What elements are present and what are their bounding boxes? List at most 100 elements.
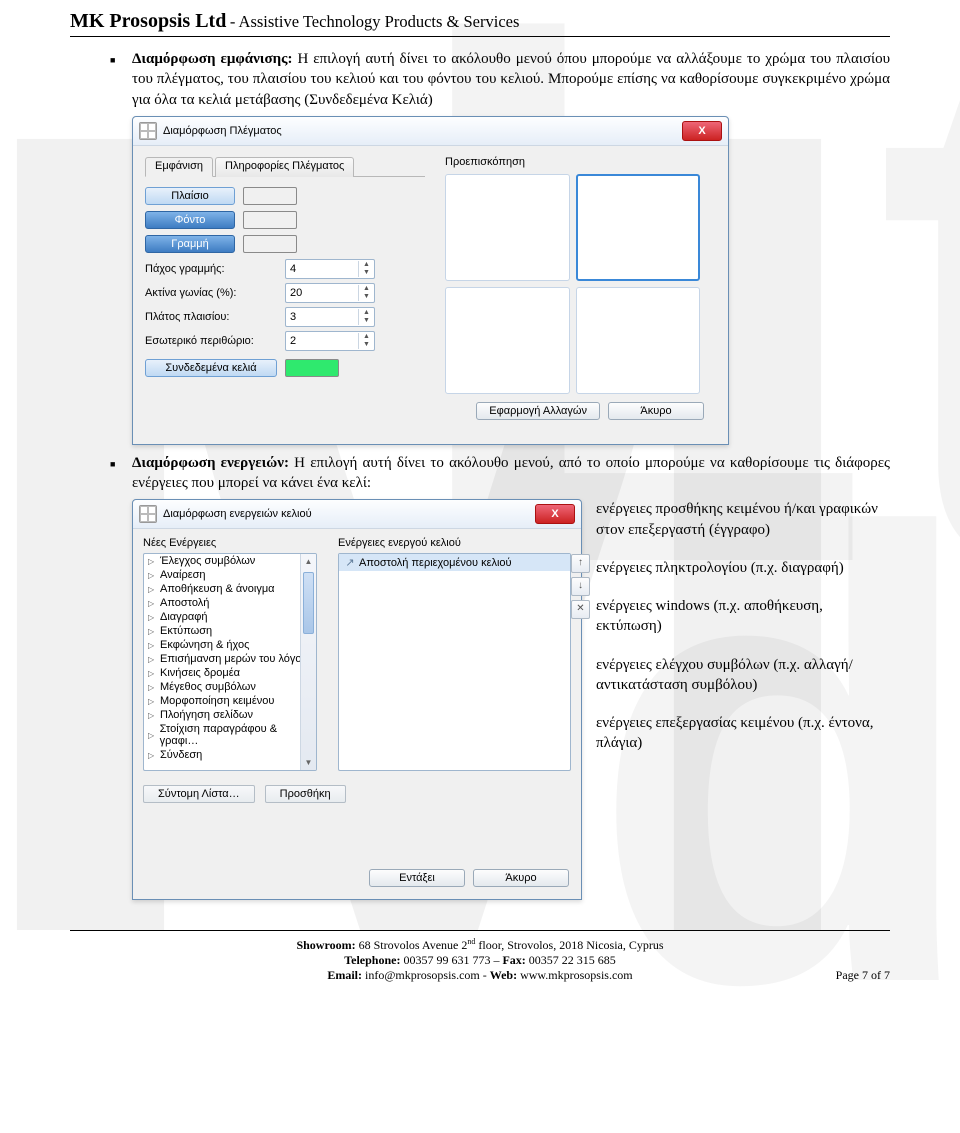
close-icon[interactable]: X (682, 121, 722, 141)
dialog-tabs: Εμφάνιση Πληροφορίες Πλέγματος (145, 156, 425, 177)
footer-tel-label: Telephone: (344, 953, 400, 967)
short-list-button[interactable]: Σύντομη Λίστα… (143, 785, 255, 803)
chevron-down-icon[interactable]: ▼ (358, 341, 374, 349)
move-up-button[interactable]: ↑ (571, 554, 590, 573)
footer-address-2: floor, Strovolos, 2018 Nicosia, Cyprus (475, 938, 663, 952)
frame-button[interactable]: Πλαίσιο (145, 187, 235, 205)
footer-web: www.mkprosopsis.com (517, 968, 633, 982)
frame-width-input[interactable] (286, 311, 358, 323)
line-button[interactable]: Γραμμή (145, 235, 235, 253)
footer-web-label: Web: (490, 968, 517, 982)
frame-color-swatch[interactable] (243, 187, 297, 205)
inner-margin-label: Εσωτερικό περιθώριο: (145, 335, 285, 347)
preview-grid (445, 174, 700, 394)
chevron-up-icon[interactable]: ▲ (358, 309, 374, 317)
footer-showroom-label: Showroom: (296, 938, 355, 952)
list-item[interactable]: ▷Αναίρεση (144, 568, 316, 582)
radius-spinner[interactable]: ▲▼ (285, 283, 375, 303)
background-color-swatch[interactable] (243, 211, 297, 229)
list-item-label: Αποθήκευση & άνοιγμα (160, 583, 275, 595)
scroll-thumb[interactable] (303, 572, 314, 634)
footer-address-1: 68 Strovolos Avenue 2 (356, 938, 468, 952)
dialog-titlebar[interactable]: Διαμόρφωση ενεργειών κελιού X (133, 500, 581, 529)
cancel-button[interactable]: Άκυρο (608, 402, 704, 420)
close-icon[interactable]: X (535, 504, 575, 524)
line-width-spinner[interactable]: ▲▼ (285, 259, 375, 279)
active-action-item[interactable]: ↗Αποστολή περιεχομένου κελιού (339, 554, 570, 571)
list-item-label: Μέγεθος συμβόλων (160, 681, 256, 693)
side-note: ενέργειες ελέγχου συμβόλων (π.χ. αλλαγή/… (596, 655, 890, 696)
list-item[interactable]: ▷Μορφοποίηση κειμένου (144, 694, 316, 708)
tab-appearance[interactable]: Εμφάνιση (145, 157, 213, 177)
radius-input[interactable] (286, 287, 358, 299)
active-cell-actions-label: Ενέργειες ενεργού κελιού (338, 537, 571, 549)
list-item[interactable]: ▷Πλοήγηση σελίδων (144, 708, 316, 722)
footer-email-label: Email: (327, 968, 362, 982)
remove-button[interactable]: ✕ (571, 600, 590, 619)
chevron-down-icon[interactable]: ▼ (358, 269, 374, 277)
header-subtitle: Assistive Technology Products & Services (239, 12, 520, 31)
inner-margin-spinner[interactable]: ▲▼ (285, 331, 375, 351)
list-item[interactable]: ▷Σύνδεση (144, 748, 316, 762)
chevron-up-icon[interactable]: ▲ (358, 333, 374, 341)
list-item[interactable]: ▷Διαγραφή (144, 610, 316, 624)
list-item[interactable]: ▷ Μέγεθος συμβόλων (144, 680, 316, 694)
list-item[interactable]: ▷Αποθήκευση & άνοιγμα (144, 582, 316, 596)
list-item[interactable]: ▷Επισήμανση μερών του λόγου (144, 652, 316, 666)
footer-tel: 00357 99 631 773 – (400, 953, 502, 967)
bullet-icon: ■ (110, 453, 132, 494)
line-width-input[interactable] (286, 263, 358, 275)
apply-button[interactable]: Εφαρμογή Αλλαγών (476, 402, 600, 420)
expand-icon: ▷ (148, 669, 156, 678)
chevron-up-icon[interactable]: ▲ (358, 285, 374, 293)
move-down-button[interactable]: ↓ (571, 577, 590, 596)
active-actions-listbox[interactable]: ↗Αποστολή περιεχομένου κελιού ↑ ↓ ✕ (338, 553, 571, 771)
preview-cell-selected (576, 174, 701, 281)
list-item-label: Σύνδεση (160, 749, 202, 761)
expand-icon: ▷ (148, 697, 156, 706)
chevron-down-icon[interactable]: ▼ (358, 293, 374, 301)
new-actions-label: Νέες Ενέργειες (143, 537, 328, 549)
send-icon: ↗ (345, 556, 355, 569)
radius-label: Ακτίνα γωνίας (%): (145, 287, 285, 299)
footer-email: info@mkprosopsis.com - (362, 968, 490, 982)
dialog-titlebar[interactable]: Διαμόρφωση Πλέγματος X (133, 117, 728, 146)
list-item-label: Κινήσεις δρομέα (160, 667, 240, 679)
chevron-up-icon[interactable]: ▲ (358, 261, 374, 269)
inner-margin-input[interactable] (286, 335, 358, 347)
preview-cell (445, 287, 570, 394)
linked-cells-button[interactable]: Συνδεδεμένα κελιά (145, 359, 277, 377)
add-button[interactable]: Προσθήκη (265, 785, 346, 803)
footer-fax: 00357 22 315 685 (526, 953, 616, 967)
linked-cells-swatch[interactable] (285, 359, 339, 377)
ok-button[interactable]: Εντάξει (369, 869, 465, 887)
tab-grid-info[interactable]: Πληροφορίες Πλέγματος (215, 157, 354, 177)
list-item[interactable]: ▷Αποστολή (144, 596, 316, 610)
list-item[interactable]: ▷Στοίχιση παραγράφου & γραφι… (144, 722, 316, 748)
side-notes: ενέργειες προσθήκης κειμένου ή/και γραφι… (596, 499, 890, 900)
list-item-label: Στοίχιση παραγράφου & γραφι… (160, 723, 312, 747)
frame-width-spinner[interactable]: ▲▼ (285, 307, 375, 327)
list-item[interactable]: ▷Έλεγχος συμβόλων (144, 554, 316, 568)
section2-title: Διαμόρφωση ενεργειών: (132, 455, 289, 471)
expand-icon: ▷ (148, 683, 156, 692)
list-item[interactable]: ▷ Κινήσεις δρομέα (144, 666, 316, 680)
line-color-swatch[interactable] (243, 235, 297, 253)
chevron-down-icon[interactable]: ▼ (358, 317, 374, 325)
background-button[interactable]: Φόντο (145, 211, 235, 229)
preview-cell (576, 287, 701, 394)
list-item-label: Εκτύπωση (160, 625, 212, 637)
actions-listbox[interactable]: ▷Έλεγχος συμβόλων▷Αναίρεση▷Αποθήκευση & … (143, 553, 317, 771)
cancel-button[interactable]: Άκυρο (473, 869, 569, 887)
preview-label: Προεπισκόπηση (445, 156, 716, 168)
side-note: ενέργειες προσθήκης κειμένου ή/και γραφι… (596, 499, 890, 540)
list-item[interactable]: ▷Εκτύπωση (144, 624, 316, 638)
list-item[interactable]: ▷Εκφώνηση & ήχος (144, 638, 316, 652)
scrollbar[interactable]: ▲ ▼ (300, 554, 316, 770)
list-item-label: Έλεγχος συμβόλων (160, 555, 255, 567)
section-appearance: ■ Διαμόρφωση εμφάνισης: Η επιλογή αυτή δ… (110, 49, 890, 110)
expand-icon: ▷ (148, 655, 156, 664)
scroll-up-icon[interactable]: ▲ (301, 554, 316, 569)
scroll-down-icon[interactable]: ▼ (301, 755, 316, 770)
grid-icon (139, 122, 157, 140)
